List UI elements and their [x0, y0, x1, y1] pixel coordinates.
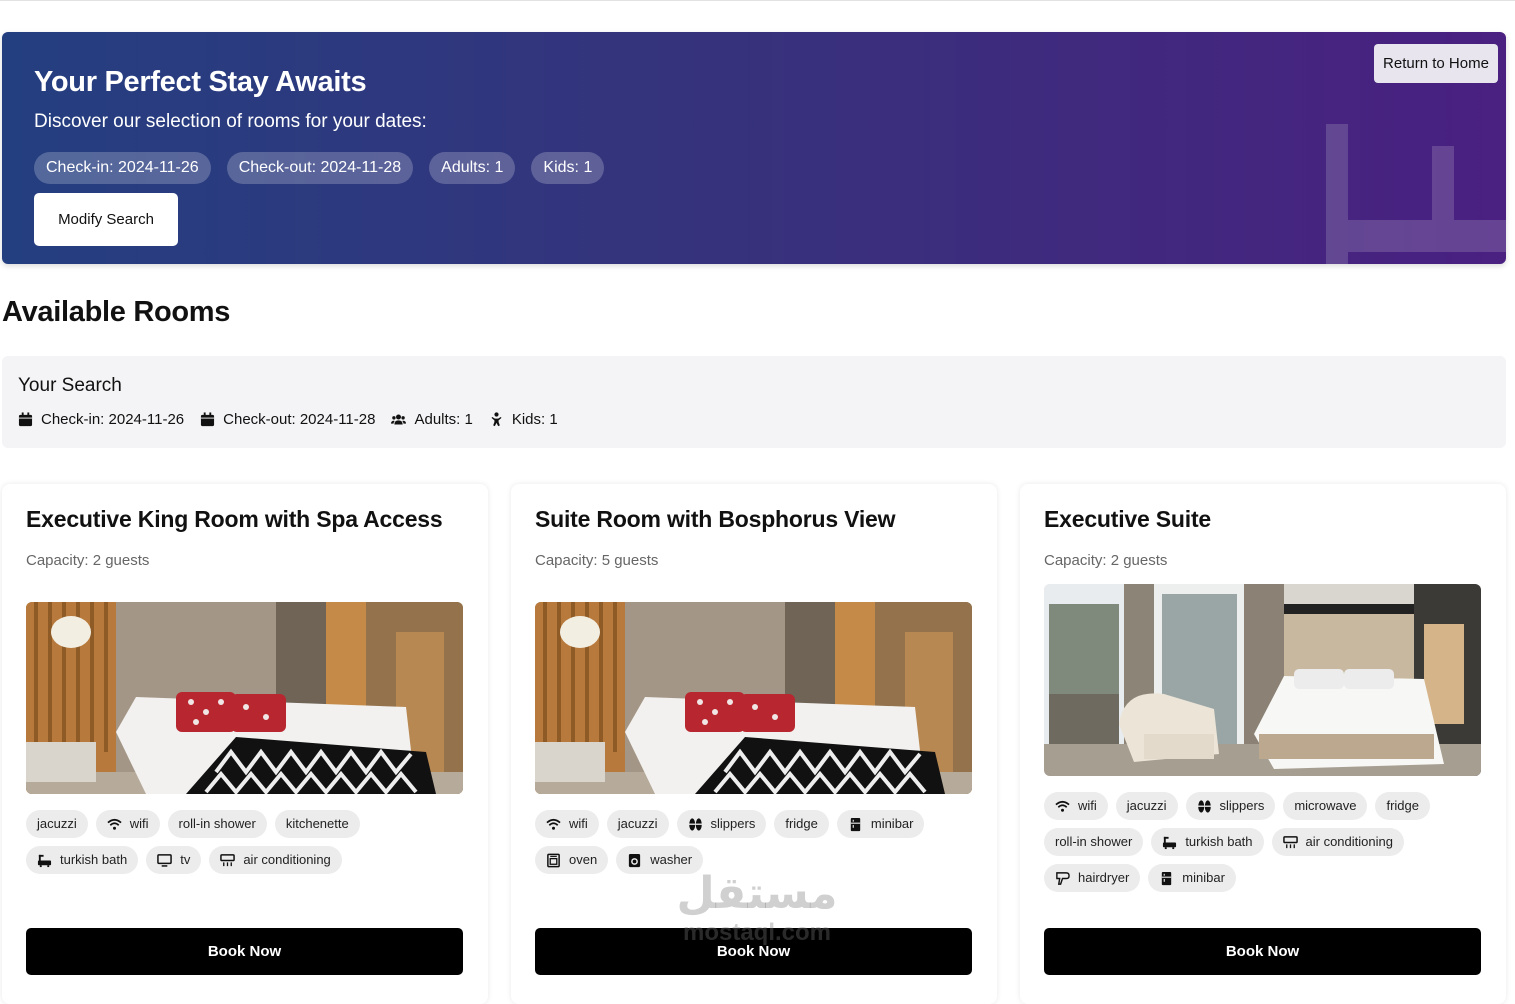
amenity-chip: fridge — [1375, 792, 1430, 820]
summary-checkin: Check-in: 2024-11-26 — [18, 411, 184, 428]
hero-chip-kids: Kids: 1 — [531, 152, 605, 184]
room-title: Executive King Room with Spa Access — [26, 506, 443, 532]
users-icon — [391, 414, 407, 425]
amenity-chip: jacuzzi — [606, 810, 669, 838]
book-now-button[interactable]: Book Now — [26, 928, 463, 975]
hero-chip-checkin: Check-in: 2024-11-26 — [34, 152, 211, 184]
search-summary: Your Search Check-in: 2024-11-26 Check-o… — [2, 356, 1506, 448]
child-icon — [491, 412, 502, 427]
summary-kids-text: Kids: 1 — [511, 411, 558, 428]
amenity-chip: washer — [616, 846, 704, 874]
bath-icon — [37, 853, 52, 868]
hairdryer-icon — [1055, 871, 1070, 886]
summary-checkout: Check-out: 2024-11-28 — [200, 411, 375, 428]
minibar-icon — [848, 817, 863, 832]
room-capacity: Capacity: 2 guests — [1044, 552, 1168, 569]
bath-icon — [1162, 835, 1177, 850]
modify-search-button[interactable]: Modify Search — [34, 193, 178, 246]
slippers-icon — [688, 817, 703, 832]
summary-kids: Kids: 1 — [489, 411, 558, 428]
amenity-chip: wifi — [95, 810, 160, 838]
hero-chip-adults: Adults: 1 — [429, 152, 516, 184]
summary-adults-text: Adults: 1 — [414, 411, 473, 428]
book-now-button[interactable]: Book Now — [1044, 928, 1481, 975]
room-photo — [535, 602, 972, 794]
amenity-chip: air conditioning — [209, 846, 342, 874]
summary-title: Your Search — [18, 375, 122, 396]
room-title: Executive Suite — [1044, 506, 1212, 532]
amenity-list: wifi jacuzzi slippers microwave fridge r… — [1044, 792, 1484, 892]
room-title: Suite Room with Bosphorus View — [535, 506, 896, 532]
amenity-chip: roll-in shower — [1044, 828, 1144, 856]
wifi-icon — [107, 817, 122, 832]
room-card: Suite Room with Bosphorus View Capacity:… — [511, 484, 997, 1004]
slippers-icon — [1197, 799, 1212, 814]
top-divider — [0, 0, 1515, 1]
hero-chip-checkout: Check-out: 2024-11-28 — [226, 152, 414, 184]
amenity-chip: slippers — [1185, 792, 1276, 820]
tv-icon — [157, 853, 173, 868]
amenity-chip: jacuzzi — [26, 810, 88, 838]
amenity-chip: roll-in shower — [167, 810, 267, 838]
room-card: Executive Suite Capacity: 2 guests wifi — [1020, 484, 1506, 1004]
hotel-decoration-icon — [1326, 124, 1506, 264]
bedroom-photo — [1044, 584, 1481, 776]
wifi-icon — [1055, 799, 1070, 814]
minibar-icon — [1159, 871, 1174, 886]
bedroom-photo — [535, 602, 972, 794]
amenity-chip: wifi — [1044, 792, 1108, 820]
bedroom-photo — [26, 602, 463, 794]
room-capacity: Capacity: 5 guests — [535, 552, 659, 569]
calendar-icon — [18, 412, 33, 427]
amenity-chip: wifi — [535, 810, 599, 838]
amenity-chip: turkish bath — [26, 846, 139, 874]
room-photo — [26, 602, 463, 794]
hero-banner: Your Perfect Stay Awaits Discover our se… — [2, 32, 1506, 264]
amenity-chip: air conditioning — [1271, 828, 1404, 856]
amenity-chip: turkish bath — [1151, 828, 1264, 856]
amenity-chip: oven — [535, 846, 609, 874]
amenity-chip: kitchenette — [274, 810, 360, 838]
summary-adults: Adults: 1 — [391, 411, 473, 428]
amenity-chip: hairdryer — [1044, 864, 1141, 892]
hero-subtitle: Discover our selection of rooms for your… — [34, 111, 427, 132]
book-now-button[interactable]: Book Now — [535, 928, 972, 975]
amenity-chip: tv — [146, 846, 202, 874]
ac-icon — [1282, 835, 1298, 850]
hero-chips: Check-in: 2024-11-26 Check-out: 2024-11-… — [34, 152, 605, 184]
amenity-list: jacuzzi wifi roll-in shower kitchenette … — [26, 810, 466, 874]
amenity-list: wifi jacuzzi slippers fridge minibar ove… — [535, 810, 975, 874]
summary-checkin-text: Check-in: 2024-11-26 — [41, 411, 185, 428]
room-capacity: Capacity: 2 guests — [26, 552, 150, 569]
amenity-chip: minibar — [1148, 864, 1236, 892]
washer-icon — [627, 853, 642, 868]
wifi-icon — [546, 817, 561, 832]
available-rooms-heading: Available Rooms — [2, 296, 231, 328]
room-card: Executive King Room with Spa Access Capa… — [2, 484, 488, 1004]
amenity-chip: slippers — [676, 810, 767, 838]
amenity-chip: minibar — [836, 810, 925, 838]
oven-icon — [546, 853, 561, 868]
hero-title: Your Perfect Stay Awaits — [34, 66, 367, 98]
room-photo — [1044, 584, 1481, 776]
amenity-chip: jacuzzi — [1115, 792, 1178, 820]
amenity-chip: microwave — [1283, 792, 1368, 820]
summary-items: Check-in: 2024-11-26 Check-out: 2024-11-… — [18, 411, 558, 428]
amenity-chip: fridge — [774, 810, 829, 838]
ac-icon — [220, 853, 236, 868]
summary-checkout-text: Check-out: 2024-11-28 — [223, 411, 376, 428]
return-home-button[interactable]: Return to Home — [1374, 44, 1498, 83]
calendar-icon — [201, 412, 215, 427]
